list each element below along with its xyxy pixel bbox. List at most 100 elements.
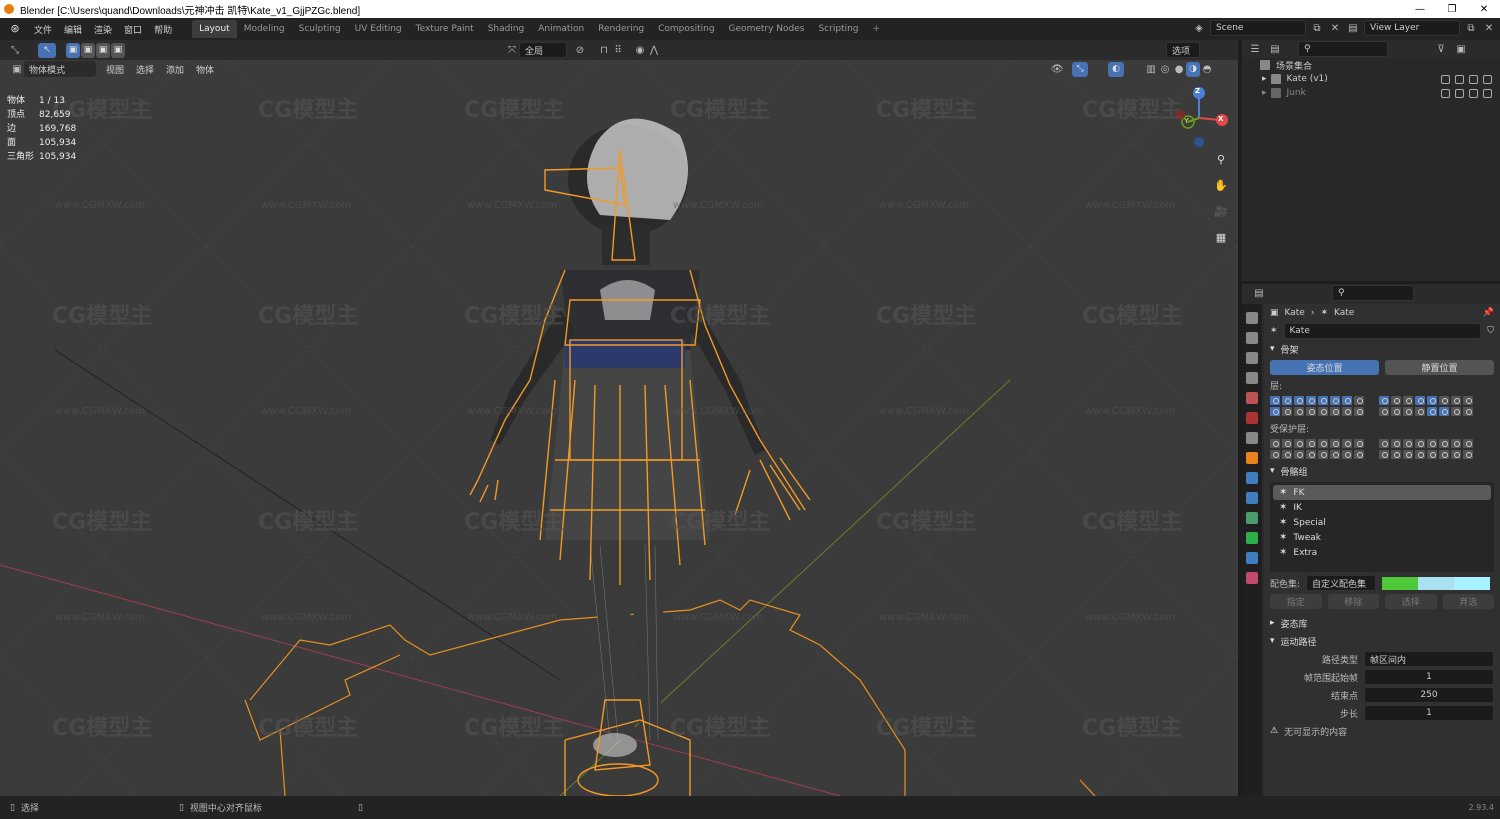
outliner-item-kate[interactable]: ▸ Kate (v1) <box>1242 72 1500 86</box>
skeleton-section-header[interactable]: ▾ 骨架 <box>1264 340 1500 358</box>
layer-toggle[interactable] <box>1282 439 1292 448</box>
scene-field[interactable]: Scene <box>1210 20 1306 36</box>
layer-toggle[interactable] <box>1463 439 1473 448</box>
shading-material-icon[interactable]: ◑ <box>1186 61 1201 77</box>
tool-tab-icon[interactable] <box>1246 312 1258 324</box>
physics-tab-icon[interactable] <box>1246 492 1258 504</box>
editor-type-icon[interactable]: ⤡ <box>8 43 22 57</box>
layer-toggle[interactable] <box>1294 407 1304 416</box>
layer-toggle[interactable] <box>1318 439 1328 448</box>
layer-toggle[interactable] <box>1463 450 1473 459</box>
layer-toggle[interactable] <box>1306 407 1316 416</box>
layer-toggle[interactable] <box>1427 439 1437 448</box>
falloff-icon[interactable]: ⋀ <box>647 43 661 57</box>
tab-sculpting[interactable]: Sculpting <box>292 20 348 38</box>
view-layer-field[interactable]: View Layer <box>1364 20 1460 36</box>
layer-toggle[interactable] <box>1342 450 1352 459</box>
texture-tab-icon[interactable] <box>1246 572 1258 584</box>
zoom-icon[interactable]: ⚲ <box>1212 150 1230 168</box>
layer-toggle[interactable] <box>1427 407 1437 416</box>
layer-toggle[interactable] <box>1427 450 1437 459</box>
tab-scripting[interactable]: Scripting <box>811 20 865 38</box>
eye-icon[interactable] <box>1455 74 1464 84</box>
layer-toggle[interactable] <box>1391 407 1401 416</box>
pivot-icon[interactable]: ⊘ <box>573 43 587 57</box>
camera-icon[interactable]: 🎥 <box>1212 202 1230 220</box>
tab-texture-paint[interactable]: Texture Paint <box>409 20 481 38</box>
bone-group-item-special[interactable]: ✶ Special <box>1273 515 1491 530</box>
menu-help[interactable]: 帮助 <box>148 23 178 36</box>
layer-toggle[interactable] <box>1415 450 1425 459</box>
color-swatch-normal[interactable] <box>1382 576 1419 590</box>
layer-toggle[interactable] <box>1270 439 1280 448</box>
layer-toggle[interactable] <box>1379 407 1389 416</box>
layer-toggle[interactable] <box>1294 439 1304 448</box>
layer-toggle[interactable] <box>1354 450 1364 459</box>
monitor-icon[interactable] <box>1469 88 1478 98</box>
layer-toggle[interactable] <box>1330 407 1340 416</box>
armature-name-field[interactable]: Kate <box>1283 323 1482 339</box>
menu-select[interactable]: 选择 <box>130 63 160 76</box>
remove-button[interactable]: 移除 <box>1327 593 1379 609</box>
layer-toggle[interactable] <box>1439 439 1449 448</box>
camera-render-icon[interactable] <box>1483 74 1492 84</box>
snap-icon[interactable]: ⊓ <box>597 43 611 57</box>
mode-dropdown[interactable]: 物体模式 <box>24 61 96 77</box>
shading-wireframe-icon[interactable]: ◎ <box>1158 62 1172 76</box>
layer-toggle[interactable] <box>1270 396 1280 405</box>
select-button[interactable]: 选择 <box>1385 593 1437 609</box>
tab-layout[interactable]: Layout <box>192 20 237 38</box>
layer-toggle[interactable] <box>1403 396 1413 405</box>
pan-hand-icon[interactable]: ✋ <box>1212 176 1230 194</box>
menu-object[interactable]: 物体 <box>190 63 220 76</box>
camera-render-icon[interactable] <box>1483 88 1492 98</box>
layer-toggle[interactable] <box>1427 396 1437 405</box>
layer-toggle[interactable] <box>1451 396 1461 405</box>
layer-toggle[interactable] <box>1403 407 1413 416</box>
layer-toggle[interactable] <box>1330 439 1340 448</box>
scene-tab-icon[interactable] <box>1246 392 1258 404</box>
layer-toggle[interactable] <box>1330 450 1340 459</box>
add-workspace-button[interactable]: + <box>866 20 888 38</box>
step-field[interactable]: 1 <box>1364 705 1494 721</box>
blender-menu-icon[interactable]: ⊛ <box>8 22 22 36</box>
layer-toggle[interactable] <box>1330 396 1340 405</box>
menu-window[interactable]: 窗口 <box>118 23 148 36</box>
xray-toggle-icon[interactable]: ▥ <box>1144 62 1158 76</box>
layer-toggle[interactable] <box>1439 396 1449 405</box>
output-tab-icon[interactable] <box>1246 352 1258 364</box>
layer-toggle[interactable] <box>1270 407 1280 416</box>
options-dropdown[interactable]: 选项 <box>1166 42 1200 58</box>
bone-group-item-fk[interactable]: ✶ FK <box>1273 485 1491 500</box>
shading-rendered-icon[interactable]: ◓ <box>1200 62 1214 76</box>
display-mode-icon[interactable]: ▤ <box>1268 42 1282 56</box>
select-mode-intersect-icon[interactable]: ▣ <box>111 42 125 58</box>
tab-animation[interactable]: Animation <box>531 20 591 38</box>
color-swatch-select[interactable] <box>1418 576 1455 590</box>
shading-solid-icon[interactable]: ● <box>1172 62 1186 76</box>
layer-toggle[interactable] <box>1270 450 1280 459</box>
properties-search-input[interactable]: ⚲ <box>1332 285 1414 301</box>
armature-data-tab-icon[interactable] <box>1246 512 1258 524</box>
layer-toggle[interactable] <box>1306 450 1316 459</box>
3d-viewport[interactable]: CG模型主 CG模型主 CG模型主 CG模型主 CG模型主 CG模型主 CG模型主 CG模型… <box>0 40 1238 796</box>
layer-toggle[interactable] <box>1318 407 1328 416</box>
visibility-icon[interactable]: 👁 <box>1050 62 1064 76</box>
layer-toggle[interactable] <box>1318 450 1328 459</box>
layer-toggle[interactable] <box>1379 439 1389 448</box>
motion-paths-section-header[interactable]: ▾ 运动路径 <box>1264 632 1500 650</box>
layer-toggle[interactable] <box>1451 439 1461 448</box>
layer-toggle[interactable] <box>1463 407 1473 416</box>
layer-toggle[interactable] <box>1318 396 1328 405</box>
layer-toggle[interactable] <box>1415 396 1425 405</box>
pose-position-button[interactable]: 姿态位置 <box>1270 359 1379 375</box>
shield-icon[interactable]: ⛉ <box>1487 326 1494 336</box>
menu-view[interactable]: 视图 <box>100 63 130 76</box>
path-type-dropdown[interactable]: 帧区间内 <box>1364 651 1494 667</box>
gizmo-toggle-icon[interactable]: ⤡ <box>1072 61 1089 77</box>
layer-toggle[interactable] <box>1306 396 1316 405</box>
maximize-button[interactable]: ❐ <box>1436 0 1468 18</box>
expand-arrow-icon[interactable]: ▸ <box>1262 74 1267 84</box>
properties-editor-icon[interactable]: ▤ <box>1252 286 1266 300</box>
tab-geometry-nodes[interactable]: Geometry Nodes <box>722 20 812 38</box>
